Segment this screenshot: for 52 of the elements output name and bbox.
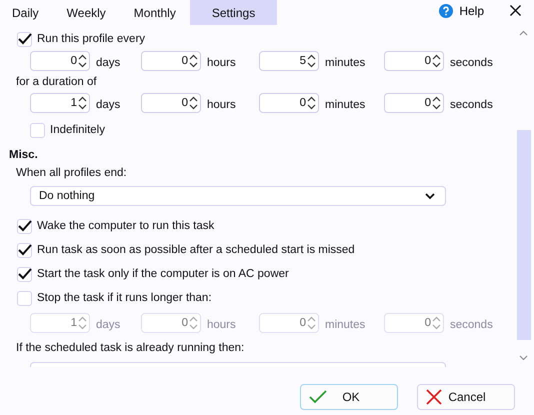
- scroll-up-icon[interactable]: [519, 30, 528, 36]
- unit-label: seconds: [450, 318, 493, 330]
- checkbox[interactable]: [17, 32, 32, 46]
- checkmark-icon: [309, 390, 327, 404]
- section-heading: Misc.: [8, 148, 39, 163]
- checkbox-label: Start the task only if the computer is on AC power: [37, 268, 289, 280]
- field-label: If the scheduled task is already running then:: [15, 341, 246, 356]
- dropdown[interactable]: Do nothing: [30, 186, 446, 206]
- number-spinner[interactable]: 0: [30, 51, 90, 71]
- number-spinner[interactable]: 0: [384, 93, 444, 113]
- unit-label: minutes: [325, 318, 366, 330]
- tab[interactable]: Weekly: [52, 0, 120, 25]
- unit-label: seconds: [450, 56, 493, 68]
- duration-label: for a duration of: [15, 75, 98, 90]
- cancel-button[interactable]: Cancel: [417, 384, 515, 410]
- unit-label: minutes: [325, 98, 366, 110]
- unit-label: days: [96, 98, 120, 110]
- help-button[interactable]: Help: [459, 4, 484, 18]
- checkbox-label: Wake the computer to run this task: [37, 220, 214, 232]
- tab[interactable]: Settings: [190, 0, 278, 25]
- tab[interactable]: Monthly: [120, 0, 190, 25]
- checkbox-label: Stop the task if it runs longer than:: [37, 292, 212, 304]
- checkbox[interactable]: [30, 122, 45, 138]
- checkbox[interactable]: [17, 218, 32, 234]
- number-spinner[interactable]: 5: [259, 51, 319, 71]
- number-spinner[interactable]: 0: [259, 93, 319, 113]
- checkbox[interactable]: [17, 266, 32, 282]
- checkbox-label: Run task as soon as possible after a scheduled start is missed: [37, 244, 355, 256]
- unit-label: hours: [207, 318, 236, 330]
- unit-label: days: [96, 318, 120, 330]
- unit-label: minutes: [325, 56, 366, 68]
- cross-icon: [426, 389, 442, 405]
- ok-button[interactable]: OK: [300, 384, 398, 410]
- checkbox[interactable]: [17, 290, 32, 306]
- checkbox-label: Indefinitely: [50, 124, 105, 136]
- checkbox-label: Run this profile every: [37, 33, 146, 45]
- number-spinner[interactable]: 0: [384, 51, 444, 71]
- help-icon: [439, 4, 454, 18]
- unit-label: hours: [207, 98, 236, 110]
- number-spinner[interactable]: 0: [141, 93, 201, 113]
- checkbox[interactable]: [17, 242, 32, 258]
- scrollbar-thumb[interactable]: [517, 130, 531, 340]
- unit-label: days: [96, 56, 120, 68]
- unit-label: hours: [207, 56, 236, 68]
- tab[interactable]: Daily: [0, 0, 53, 25]
- number-spinner[interactable]: 0: [141, 51, 201, 71]
- number-spinner[interactable]: 1: [30, 93, 90, 113]
- field-label: When all profiles end:: [15, 166, 128, 181]
- unit-label: seconds: [450, 98, 493, 110]
- scroll-down-icon[interactable]: [519, 355, 528, 361]
- chevron-down-icon: [425, 192, 435, 200]
- close-icon[interactable]: [510, 5, 521, 16]
